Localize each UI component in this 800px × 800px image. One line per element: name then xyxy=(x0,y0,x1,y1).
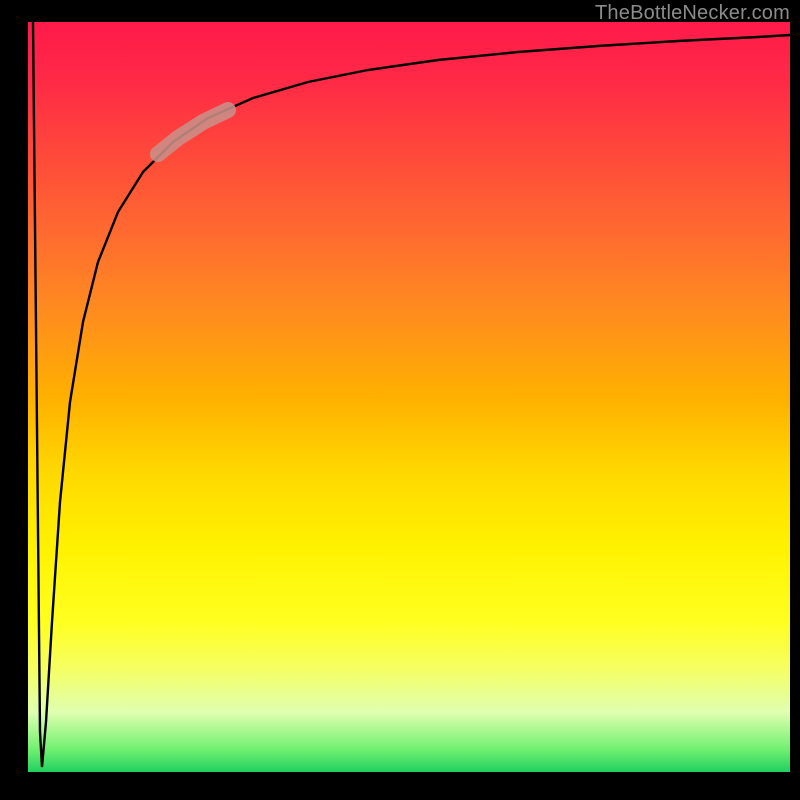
curve-layer xyxy=(28,22,790,772)
plot-area xyxy=(28,22,790,772)
attribution-text: TheBottleNecker.com xyxy=(595,2,790,25)
curve-highlight xyxy=(158,110,228,154)
bottleneck-curve xyxy=(33,22,790,767)
chart-stage: TheBottleNecker.com xyxy=(0,0,800,800)
